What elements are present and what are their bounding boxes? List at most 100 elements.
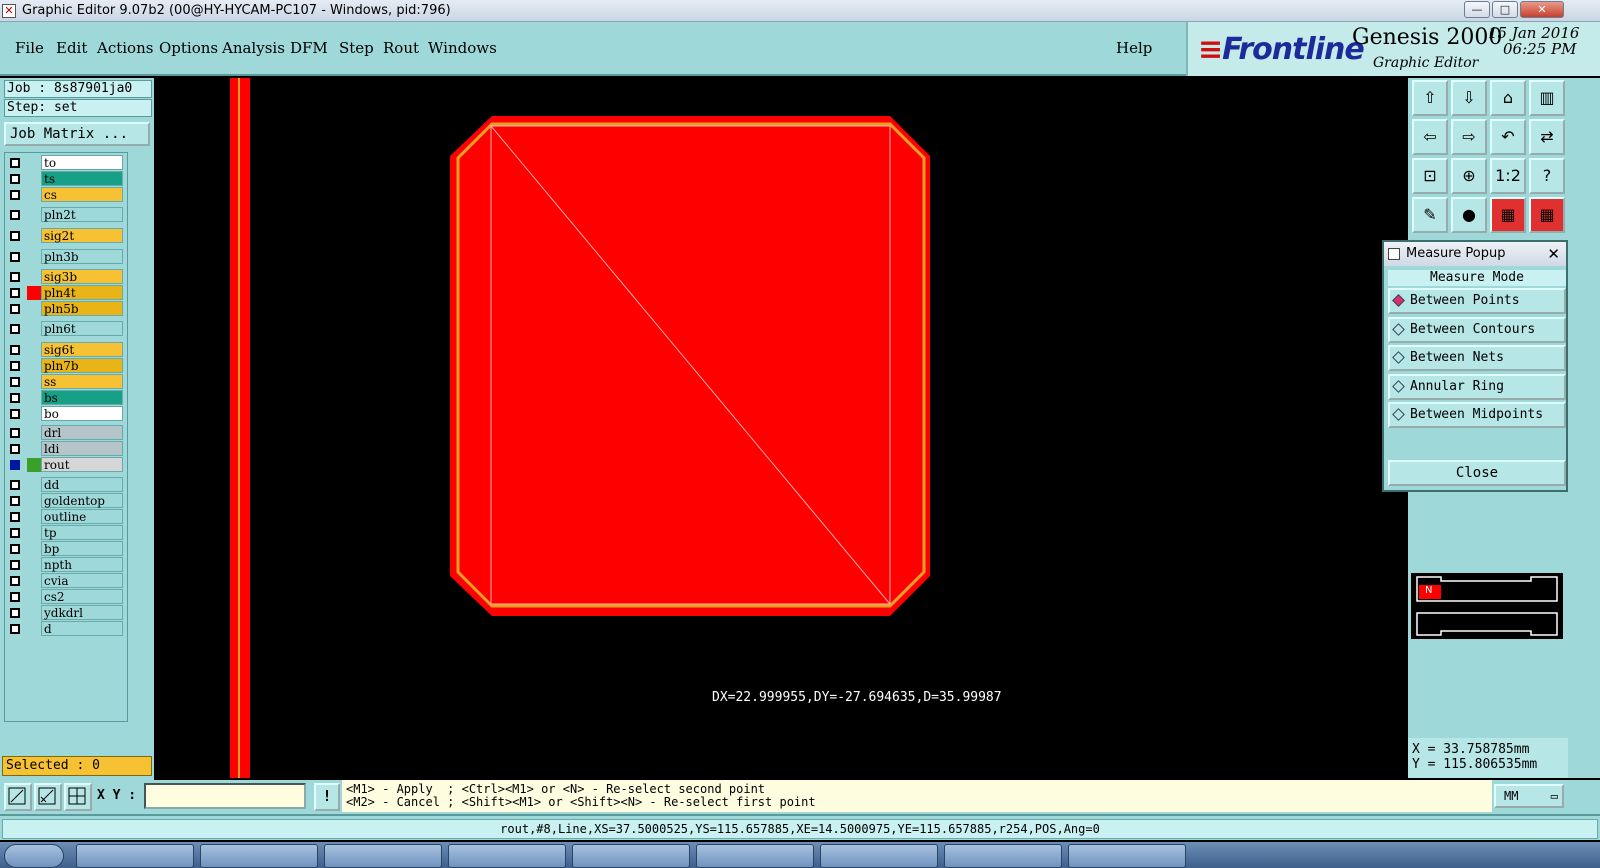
layer-name[interactable]: pln6t bbox=[41, 321, 123, 336]
taskbar-item[interactable] bbox=[448, 844, 566, 868]
graphic-canvas[interactable]: DX=22.999955,DY=-27.694635,D=35.99987 bbox=[154, 78, 1408, 778]
zoom-out-button[interactable]: ⇩ bbox=[1451, 80, 1487, 116]
layer-row-sig3b[interactable]: sig3b bbox=[5, 269, 129, 285]
layer-name[interactable]: sig3b bbox=[41, 269, 123, 284]
zoom-fit-button[interactable]: ⊕ bbox=[1451, 158, 1487, 194]
measure-option[interactable]: Between Points bbox=[1388, 288, 1566, 314]
layer-name[interactable]: bp bbox=[41, 541, 123, 556]
taskbar-item[interactable] bbox=[820, 844, 938, 868]
layer-row-goldentop[interactable]: goldentop bbox=[5, 493, 129, 509]
layer-display-button[interactable]: ▦ bbox=[1490, 197, 1526, 233]
layer-checkbox[interactable] bbox=[10, 544, 20, 554]
layer-name[interactable]: ldi bbox=[41, 441, 123, 456]
menu-windows[interactable]: Windows bbox=[428, 39, 497, 57]
layer-name[interactable]: cs bbox=[41, 187, 123, 202]
layer-row-pln7b[interactable]: pln7b bbox=[5, 358, 129, 374]
help-button[interactable]: ? bbox=[1529, 158, 1565, 194]
layer-checkbox[interactable] bbox=[10, 288, 20, 298]
layer-checkbox[interactable] bbox=[10, 158, 20, 168]
layer-row-ydkdrl[interactable]: ydkdrl bbox=[5, 605, 129, 621]
xy-input[interactable] bbox=[144, 783, 306, 809]
line-snap-button[interactable] bbox=[34, 783, 62, 811]
layer-name[interactable]: npth bbox=[41, 557, 123, 572]
pan-right-button[interactable]: ⇨ bbox=[1451, 119, 1487, 155]
taskbar-item[interactable] bbox=[572, 844, 690, 868]
grid-snap-button[interactable] bbox=[64, 783, 92, 811]
layer-name[interactable]: sig6t bbox=[41, 342, 123, 357]
measure-close-button[interactable]: Close bbox=[1388, 460, 1566, 486]
layer-checkbox[interactable] bbox=[10, 480, 20, 490]
layer-row-pln5b[interactable]: pln5b bbox=[5, 301, 129, 317]
layer-row-pln6t[interactable]: pln6t bbox=[5, 321, 129, 337]
snap-button[interactable] bbox=[4, 783, 32, 811]
layer-name[interactable]: bo bbox=[41, 406, 123, 421]
layer-checkbox[interactable] bbox=[10, 444, 20, 454]
taskbar-item[interactable] bbox=[944, 844, 1062, 868]
layer-name[interactable]: pln3b bbox=[41, 249, 123, 264]
layer-checkbox[interactable] bbox=[10, 377, 20, 387]
layer-name[interactable]: cs2 bbox=[41, 589, 123, 604]
start-button[interactable] bbox=[4, 844, 64, 868]
layer-name[interactable]: drl bbox=[41, 425, 123, 440]
layer-name[interactable]: d bbox=[41, 621, 123, 636]
layer-checkbox[interactable] bbox=[10, 231, 20, 241]
layer-name[interactable]: rout bbox=[41, 457, 123, 472]
layer-checkbox[interactable] bbox=[10, 428, 20, 438]
taskbar-item[interactable] bbox=[1068, 844, 1186, 868]
layer-checkbox[interactable] bbox=[10, 409, 20, 419]
layer-row-cvia[interactable]: cvia bbox=[5, 573, 129, 589]
layer-checkbox[interactable] bbox=[10, 576, 20, 586]
layer-row-to[interactable]: to bbox=[5, 155, 129, 171]
layer-checkbox[interactable] bbox=[10, 560, 20, 570]
layer-checkbox[interactable] bbox=[10, 324, 20, 334]
execute-button[interactable]: ! bbox=[314, 783, 340, 811]
menu-options[interactable]: Options bbox=[159, 39, 218, 57]
taskbar-item[interactable] bbox=[696, 844, 814, 868]
layer-checkbox[interactable] bbox=[10, 190, 20, 200]
layer-checkbox[interactable] bbox=[10, 528, 20, 538]
layer-checkbox[interactable] bbox=[10, 361, 20, 371]
layer-checkbox[interactable] bbox=[10, 393, 20, 403]
layer-checkbox[interactable] bbox=[10, 512, 20, 522]
layer-checkbox[interactable] bbox=[10, 304, 20, 314]
fit-button[interactable]: ⊡ bbox=[1412, 158, 1448, 194]
layer-row-outline[interactable]: outline bbox=[5, 509, 129, 525]
layer-row-sig2t[interactable]: sig2t bbox=[5, 228, 129, 244]
layer-row-ts[interactable]: ts bbox=[5, 171, 129, 187]
redraw-button[interactable]: ⇄ bbox=[1529, 119, 1565, 155]
menu-help[interactable]: Help bbox=[1116, 39, 1152, 57]
menu-file[interactable]: File bbox=[15, 39, 44, 57]
home-button[interactable]: ⌂ bbox=[1490, 80, 1526, 116]
layer-checkbox[interactable] bbox=[10, 496, 20, 506]
layer-row-pln4t[interactable]: pln4t bbox=[5, 285, 129, 301]
units-select[interactable]: MM ▭ bbox=[1494, 784, 1564, 808]
layer-row-pln2t[interactable]: pln2t bbox=[5, 207, 129, 223]
measure-option[interactable]: Between Midpoints bbox=[1388, 402, 1566, 428]
close-window-button[interactable]: ✕ bbox=[1520, 1, 1564, 18]
layer-row-d[interactable]: d bbox=[5, 621, 129, 637]
layer-name[interactable]: to bbox=[41, 155, 123, 170]
menu-analysis[interactable]: Analysis bbox=[222, 39, 285, 57]
layer-name[interactable]: ss bbox=[41, 374, 123, 389]
layer-name[interactable]: tp bbox=[41, 525, 123, 540]
scale-1-2-button[interactable]: 1:2 bbox=[1490, 158, 1526, 194]
layer-row-npth[interactable]: npth bbox=[5, 557, 129, 573]
zoom-home-button[interactable]: ⇧ bbox=[1412, 80, 1448, 116]
menu-actions[interactable]: Actions bbox=[97, 39, 153, 57]
layer-row-drl[interactable]: drl bbox=[5, 425, 129, 441]
layer-checkbox[interactable] bbox=[10, 272, 20, 282]
layer-row-rout[interactable]: rout bbox=[5, 457, 129, 473]
menu-step[interactable]: Step bbox=[339, 39, 374, 57]
layer-name[interactable]: ydkdrl bbox=[41, 605, 123, 620]
layer-row-dd[interactable]: dd bbox=[5, 477, 129, 493]
layer-row-cs[interactable]: cs bbox=[5, 187, 129, 203]
split-view-button[interactable]: ▥ bbox=[1529, 80, 1565, 116]
taskbar-item[interactable] bbox=[200, 844, 318, 868]
layer-name[interactable]: pln4t bbox=[41, 285, 123, 300]
layer-name[interactable]: pln7b bbox=[41, 358, 123, 373]
measure-option[interactable]: Annular Ring bbox=[1388, 373, 1566, 400]
layer-name[interactable]: goldentop bbox=[41, 493, 123, 508]
layer-row-ss[interactable]: ss bbox=[5, 374, 129, 390]
net-display-button[interactable]: ▦ bbox=[1529, 197, 1565, 233]
layer-name[interactable]: pln2t bbox=[41, 207, 123, 222]
